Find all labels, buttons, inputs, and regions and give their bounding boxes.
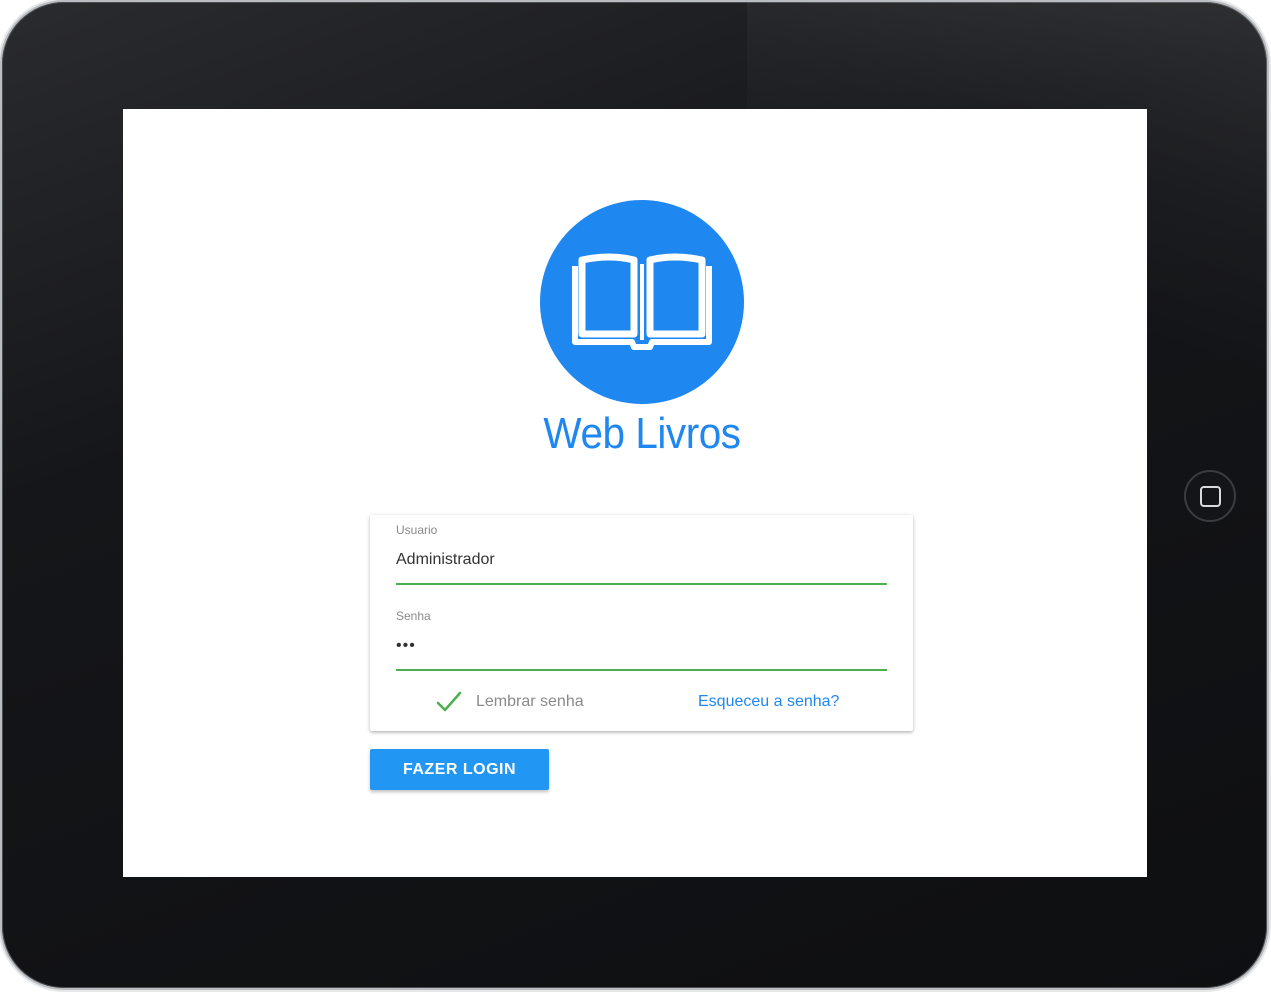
check-icon: [436, 691, 462, 712]
remember-password-label: Lembrar senha: [476, 693, 584, 710]
login-button[interactable]: FAZER LOGIN: [370, 749, 549, 790]
screen: Web Livros Usuario Senha ••• Lembrar sen…: [123, 109, 1147, 877]
remember-password-checkbox[interactable]: Lembrar senha: [436, 691, 584, 713]
password-input[interactable]: •••: [396, 631, 887, 671]
username-field-group: Usuario: [396, 523, 887, 585]
password-label: Senha: [396, 609, 431, 623]
username-input[interactable]: [396, 545, 887, 585]
login-card: Usuario Senha ••• Lembrar senha Esqueceu…: [370, 515, 913, 731]
forgot-password-link[interactable]: Esqueceu a senha?: [698, 693, 839, 711]
home-button[interactable]: [1184, 470, 1236, 522]
username-label: Usuario: [396, 523, 438, 537]
open-book-icon: [572, 253, 712, 350]
app-logo: [540, 200, 744, 404]
app-title: Web Livros: [543, 409, 741, 458]
home-square-icon: [1199, 485, 1221, 507]
password-field-group: Senha •••: [396, 609, 887, 671]
